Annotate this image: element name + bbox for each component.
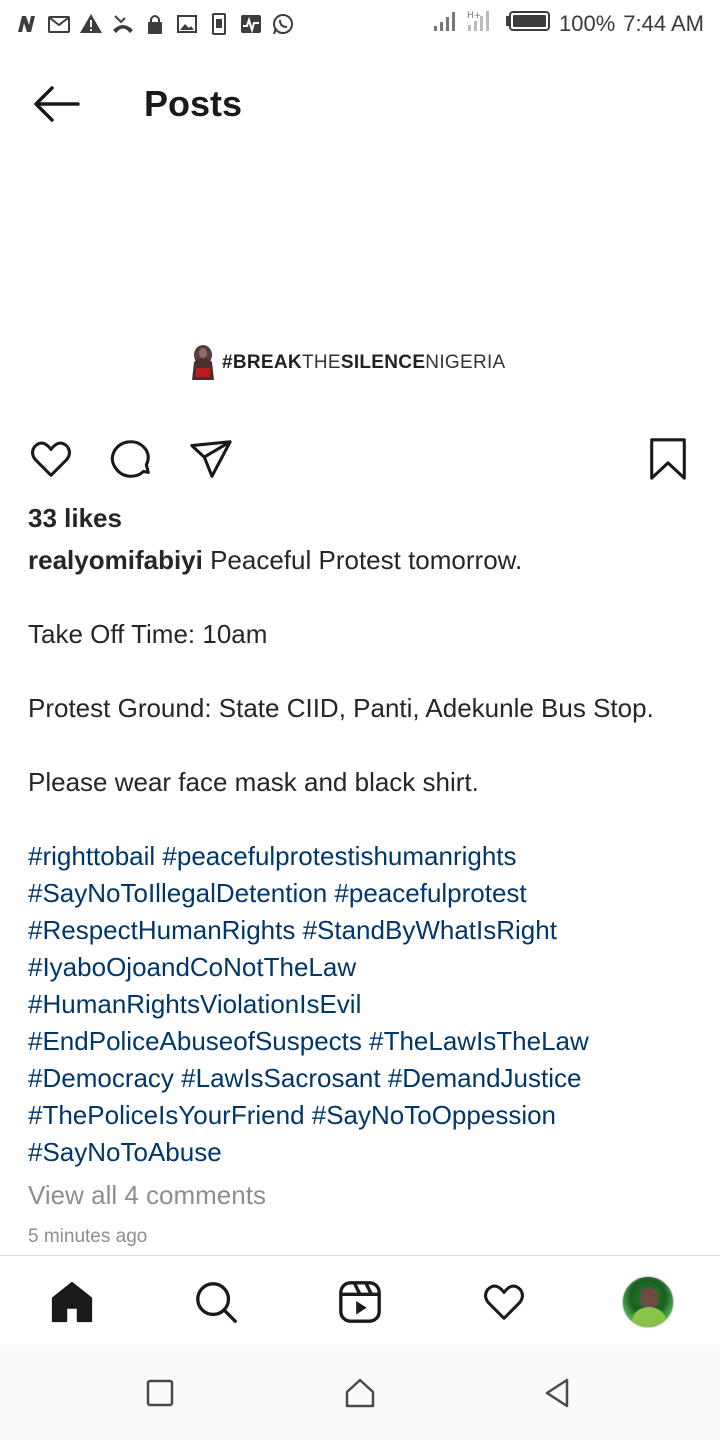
clock: 7:44 AM bbox=[623, 11, 704, 36]
hashtag-line[interactable]: #ThePoliceIsYourFriend #SayNoToOppession bbox=[28, 1097, 700, 1134]
caption-line bbox=[28, 801, 700, 838]
hashtag-line[interactable]: #righttobail #peacefulprotestishumanrigh… bbox=[28, 838, 700, 875]
view-comments-link[interactable]: View all 4 comments bbox=[28, 1180, 266, 1211]
system-home-button[interactable] bbox=[340, 1373, 380, 1413]
system-nav-bar bbox=[0, 1345, 720, 1440]
brand-text-1: #BREAK bbox=[222, 352, 302, 373]
caption-line bbox=[28, 579, 700, 616]
caption-line: Protest Ground: State CIID, Panti, Adeku… bbox=[28, 693, 654, 723]
nav-search[interactable] bbox=[190, 1276, 242, 1328]
comment-icon bbox=[110, 440, 150, 478]
profile-avatar bbox=[622, 1276, 674, 1328]
like-button[interactable] bbox=[26, 434, 76, 484]
search-icon bbox=[196, 1282, 237, 1323]
top-bar: Posts bbox=[0, 68, 720, 140]
post-image-brand: #BREAKTHESILENCENIGERIA bbox=[190, 344, 506, 382]
caption-line bbox=[28, 727, 700, 764]
battery-percent: 100% bbox=[559, 11, 616, 36]
system-back-button[interactable] bbox=[538, 1373, 578, 1413]
brand-text-4: NIGERIA bbox=[425, 352, 506, 373]
back-button[interactable] bbox=[30, 82, 82, 126]
home-system-icon bbox=[345, 1378, 375, 1408]
recents-icon bbox=[146, 1379, 174, 1407]
activity-icon bbox=[238, 11, 264, 37]
hashtag-line[interactable]: #SayNoToAbuse bbox=[28, 1134, 700, 1171]
activity-heart-icon bbox=[484, 1284, 524, 1320]
nfc-n-icon bbox=[14, 11, 40, 37]
caption-first-line: realyomifabiyi Peaceful Protest tomorrow… bbox=[28, 542, 700, 579]
caption-line: Take Off Time: 10am bbox=[28, 619, 268, 649]
save-button[interactable] bbox=[643, 434, 693, 484]
hashtag-line[interactable]: #Democracy #LawIsSacrosant #DemandJustic… bbox=[28, 1060, 700, 1097]
nav-activity[interactable] bbox=[478, 1276, 530, 1328]
caption-line: Please wear face mask and black shirt. bbox=[28, 767, 479, 797]
lock-icon bbox=[142, 11, 168, 37]
system-status: H+ 100% 7:44 AM bbox=[433, 9, 704, 39]
silhouette-logo-icon bbox=[192, 345, 214, 380]
caption-line bbox=[28, 653, 700, 690]
signal-ht-icon: H+ bbox=[467, 9, 497, 39]
post-username[interactable]: realyomifabiyi bbox=[28, 545, 203, 575]
image-icon bbox=[174, 11, 200, 37]
brand-text-2: THE bbox=[301, 352, 341, 373]
hashtag-line[interactable]: #IyaboOjoandCoNotTheLaw bbox=[28, 949, 700, 986]
page-title: Posts bbox=[144, 83, 243, 124]
arrow-left-icon bbox=[34, 86, 80, 122]
brand-text: #BREAKTHESILENCENIGERIA bbox=[222, 352, 506, 374]
comment-button[interactable] bbox=[106, 434, 156, 484]
recents-button[interactable] bbox=[140, 1373, 180, 1413]
post-caption: realyomifabiyi Peaceful Protest tomorrow… bbox=[28, 542, 700, 1171]
nav-home[interactable] bbox=[46, 1276, 98, 1328]
share-icon bbox=[190, 440, 232, 478]
status-bar: H+ 100% 7:44 AM bbox=[0, 0, 720, 48]
post-actions bbox=[0, 430, 720, 486]
back-system-icon bbox=[545, 1378, 569, 1408]
reels-icon bbox=[339, 1281, 381, 1323]
brand-text-3: SILENCE bbox=[340, 352, 426, 373]
bookmark-icon bbox=[650, 438, 686, 480]
warning-icon bbox=[78, 11, 104, 37]
nav-profile[interactable] bbox=[622, 1276, 674, 1328]
hashtag-line[interactable]: #HumanRightsViolationIsEvil bbox=[28, 986, 700, 1023]
hashtag-line[interactable]: #SayNoToIllegalDetention #peacefulprotes… bbox=[28, 875, 700, 912]
notification-icons bbox=[14, 11, 296, 37]
heart-icon bbox=[31, 441, 71, 477]
hashtag-line[interactable]: #EndPoliceAbuseofSuspects #TheLawIsTheLa… bbox=[28, 1023, 700, 1060]
bottom-nav bbox=[0, 1255, 720, 1345]
whatsapp-icon bbox=[270, 11, 296, 37]
hashtag-block: #righttobail #peacefulprotestishumanrigh… bbox=[28, 838, 700, 1171]
post-timestamp: 5 minutes ago bbox=[28, 1226, 148, 1247]
nav-reels[interactable] bbox=[334, 1276, 386, 1328]
missed-call-icon bbox=[110, 11, 136, 37]
signal-icon bbox=[433, 10, 459, 38]
hashtag-line[interactable]: #RespectHumanRights #StandByWhatIsRight bbox=[28, 912, 700, 949]
share-button[interactable] bbox=[186, 434, 236, 484]
battery-icon bbox=[505, 10, 551, 38]
caption-intro: Peaceful Protest tomorrow. bbox=[202, 545, 523, 575]
home-icon bbox=[51, 1281, 93, 1323]
sim-icon bbox=[206, 11, 232, 37]
gmail-icon bbox=[46, 11, 72, 37]
svg-text:H+: H+ bbox=[467, 11, 481, 21]
likes-count[interactable]: 33 likes bbox=[28, 503, 122, 534]
